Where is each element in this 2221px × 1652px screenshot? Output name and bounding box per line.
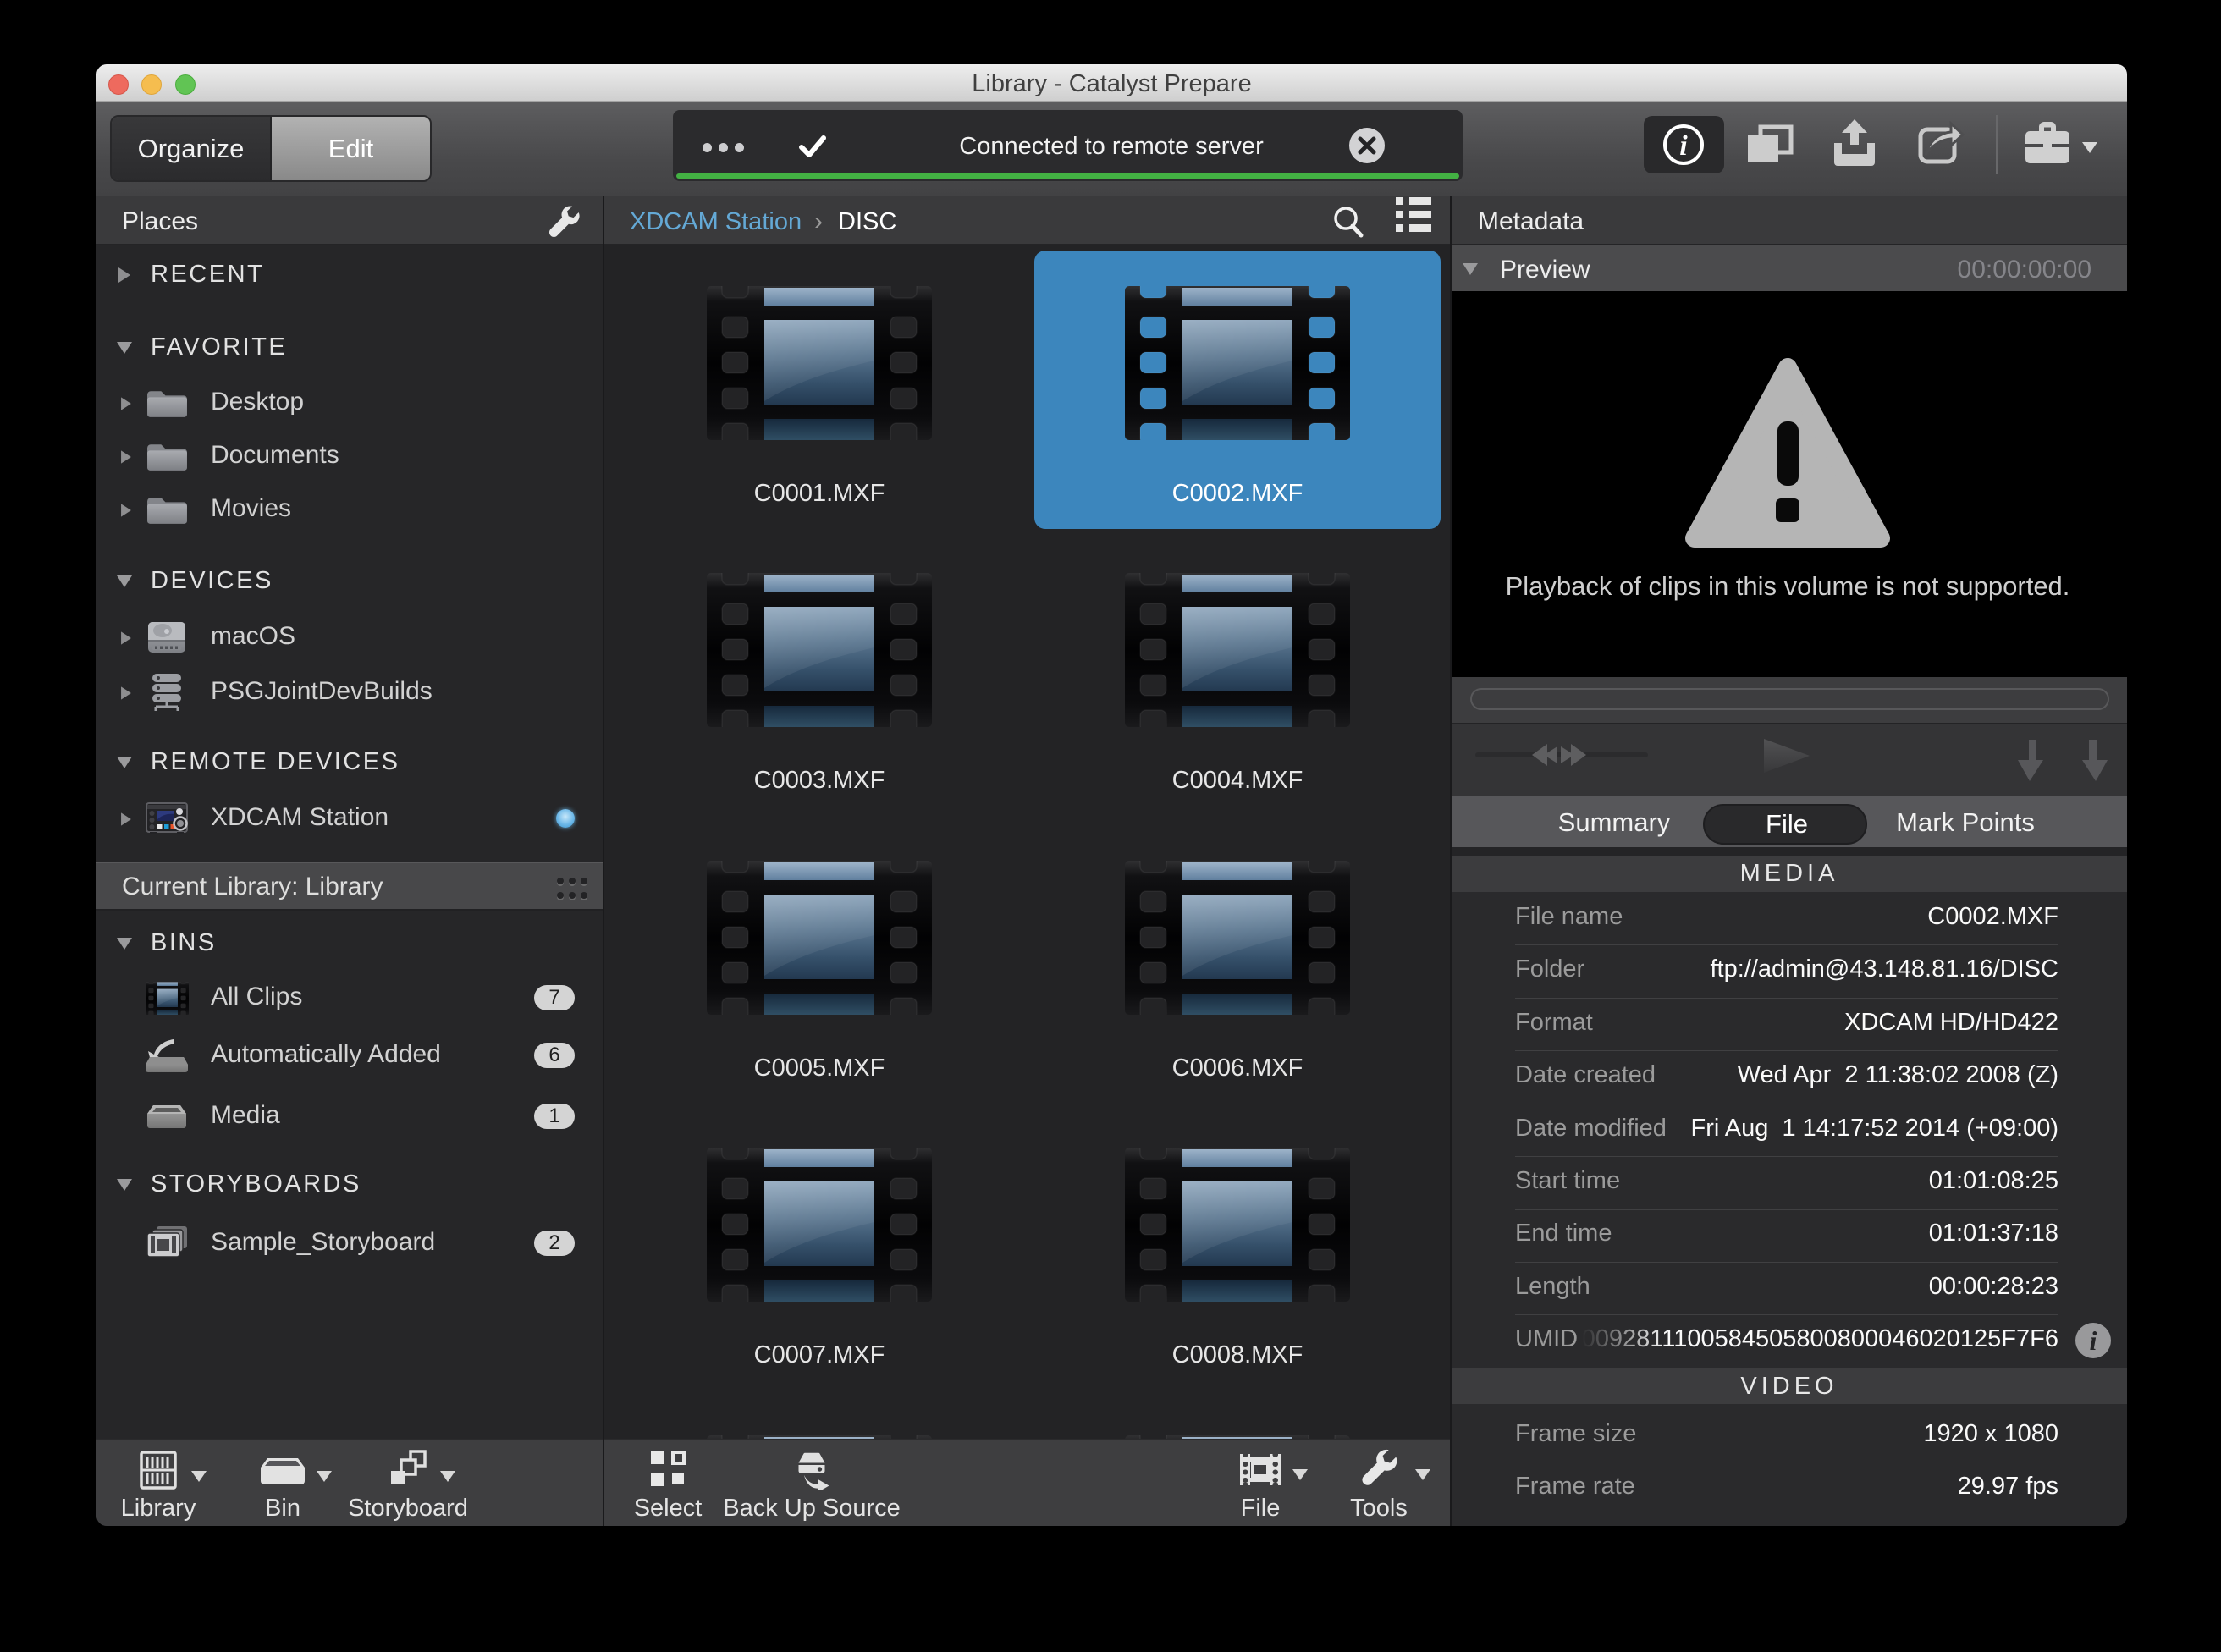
svg-text:i: i <box>1679 130 1688 162</box>
svg-text:i: i <box>2090 1325 2097 1356</box>
